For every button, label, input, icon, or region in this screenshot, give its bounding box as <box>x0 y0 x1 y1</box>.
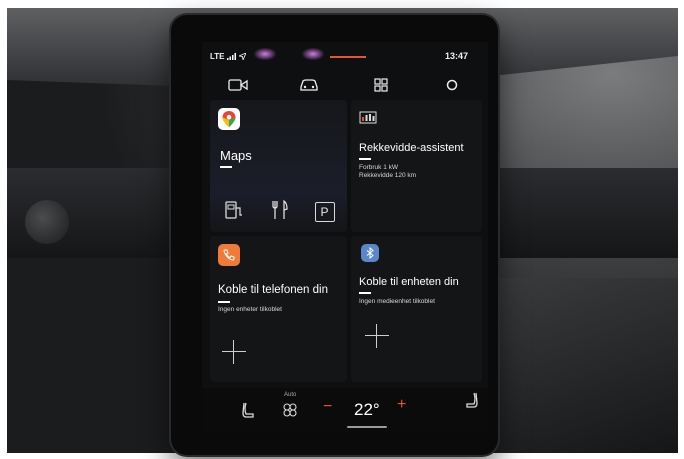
connect-phone-title: Koble til telefonen din <box>218 284 328 296</box>
title-underline <box>220 166 232 168</box>
maps-title: Maps <box>220 148 252 163</box>
grid-icon[interactable] <box>366 75 396 95</box>
fan-auto-label: Auto <box>284 392 297 398</box>
temp-increase-button[interactable]: + <box>397 396 406 414</box>
device-status: Ingen medieenhet tilkoblet <box>359 298 435 305</box>
circle-icon[interactable] <box>437 75 467 95</box>
consumption-value: Forbruk 1 kW <box>359 164 399 171</box>
home-indicator[interactable] <box>347 426 387 428</box>
range-assistant-tile[interactable]: Rekkevidde-assistent Forbruk 1 kW Rekkev… <box>351 100 482 232</box>
car-icon[interactable] <box>294 75 324 95</box>
phone-icon <box>218 244 240 266</box>
vent-knob <box>25 200 69 244</box>
parking-icon[interactable]: P <box>314 202 335 222</box>
notification-indicator[interactable] <box>302 48 324 60</box>
add-device-button[interactable] <box>365 324 389 348</box>
title-underline <box>218 301 230 303</box>
title-underline <box>359 158 371 160</box>
clock: 13:47 <box>444 51 468 61</box>
ev-charging-icon[interactable] <box>223 199 245 226</box>
network-status: LTE <box>210 52 247 62</box>
range-assistant-title: Rekkevidde-assistent <box>359 142 464 154</box>
media-device-tile[interactable]: Koble til enheten din Ingen medieenhet t… <box>351 236 482 382</box>
phone-tile[interactable]: Koble til telefonen din Ingen enheter ti… <box>210 236 347 382</box>
climate-bar: Auto − 22° + <box>202 388 488 432</box>
title-underline <box>359 292 371 294</box>
phone-status: Ingen enheter tilkoblet <box>218 306 282 313</box>
infotainment-screen: LTE 13:47 Maps P Rekkevidde-assistent Fo… <box>202 42 488 432</box>
temperature-display: 22° <box>354 400 380 419</box>
top-navigation <box>202 72 488 98</box>
restaurant-icon[interactable] <box>270 199 290 226</box>
bluetooth-icon <box>361 244 379 262</box>
add-phone-button[interactable] <box>222 340 246 364</box>
fan-icon[interactable] <box>282 402 298 423</box>
active-indicator <box>330 56 366 58</box>
seat-heat-left-icon[interactable] <box>242 402 256 425</box>
temp-decrease-button[interactable]: − <box>323 398 332 416</box>
location-icon <box>237 52 247 62</box>
google-maps-icon <box>218 108 240 130</box>
seat-heat-right-icon[interactable] <box>464 392 478 415</box>
notification-indicator[interactable] <box>254 48 276 60</box>
signal-icon <box>226 53 236 60</box>
range-value: Rekkevidde 120 km <box>359 172 417 179</box>
maps-tile[interactable]: Maps P <box>210 100 347 232</box>
network-label: LTE <box>210 52 225 61</box>
maps-shortcuts: P <box>210 192 347 232</box>
status-bar: LTE 13:47 <box>202 42 488 70</box>
battery-gauge-icon <box>357 106 379 128</box>
camera-icon[interactable] <box>223 75 253 95</box>
connect-device-title: Koble til enheten din <box>359 276 459 288</box>
